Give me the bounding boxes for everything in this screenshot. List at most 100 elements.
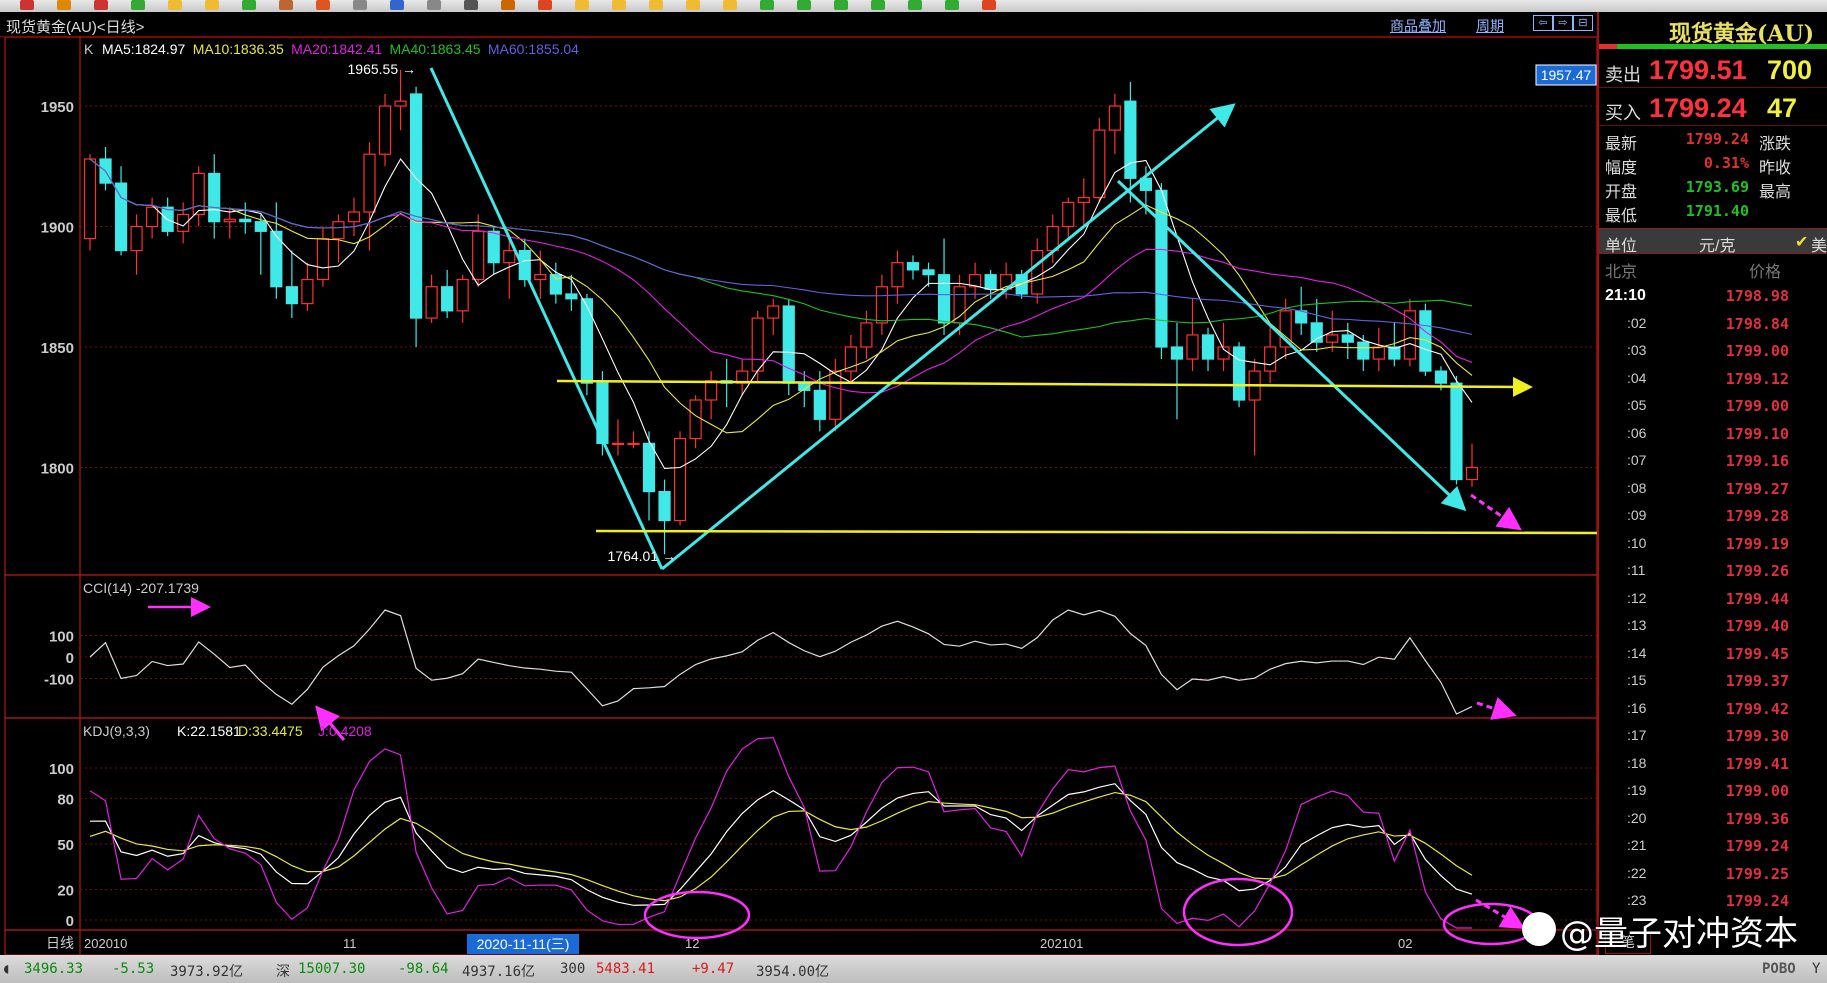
price-cursor-label: 1957.47 [1541, 67, 1592, 83]
stat-label-2: 最高 [1759, 184, 1792, 201]
buy-label: 买入 [1605, 103, 1641, 123]
cci-projection-arrow [1476, 697, 1517, 720]
toolbar-button[interactable] [131, 0, 145, 10]
toolbar-button[interactable] [945, 0, 959, 10]
tick-time: :04 [1627, 369, 1647, 386]
panel-frame [4, 929, 1597, 955]
toolbar-button[interactable] [723, 0, 737, 10]
toolbar-button[interactable] [205, 0, 219, 10]
tick-row: :07 1799.16 [1599, 450, 1827, 472]
toolbar-button[interactable] [390, 0, 404, 10]
toolbar-button[interactable] [242, 0, 256, 10]
tick-row: :09 1799.28 [1599, 505, 1827, 527]
tick-time: :02 [1627, 314, 1647, 331]
cci-tick-label: 0 [66, 650, 74, 667]
hs300-amount: 3954.00亿 [756, 964, 830, 980]
tick-row: :04 1799.12 [1599, 368, 1827, 390]
toolbar-button[interactable] [94, 0, 108, 10]
tick-row: :06 1799.10 [1599, 423, 1827, 445]
candle-body [642, 442, 656, 493]
candle-body [611, 442, 625, 445]
tick-price: 1798.84 [1725, 314, 1789, 333]
toolbar-button[interactable] [982, 0, 996, 10]
candle-body [1186, 334, 1199, 360]
date-tick-label: 11 [343, 936, 357, 951]
date-cursor-label: 2020-11-11(三) [477, 936, 570, 952]
ma-line-40 [89, 158, 1473, 338]
filter-icon[interactable]: Y [1812, 961, 1820, 977]
tick-price: 1799.16 [1725, 452, 1789, 470]
highlight-ellipse [1182, 877, 1294, 947]
candle-body [316, 237, 330, 281]
tick-price: 1799.41 [1725, 754, 1789, 773]
tick-time: :15 [1627, 672, 1647, 688]
prev-icon[interactable]: ⇦ [1533, 15, 1553, 31]
toolbar-button[interactable] [908, 0, 922, 10]
candle-body [456, 278, 469, 312]
toolbar-button[interactable] [575, 0, 589, 10]
overlay-link[interactable]: 商品叠加 [1390, 16, 1446, 36]
chart-titlebar: 现货黄金(AU)<日线> 商品叠加 周期 ⇦ ⇨ ⊟ [0, 12, 1597, 37]
toolbar-button[interactable] [834, 0, 848, 10]
toolbar-button[interactable] [501, 0, 515, 10]
sell-row[interactable]: 卖出 1799.51 700 [1599, 52, 1827, 88]
toolbar-button[interactable] [20, 0, 34, 10]
y-tick-label: 1950 [41, 99, 74, 116]
tick-row: :14 1799.45 [1599, 643, 1827, 665]
tick-row: :22 1799.25 [1599, 863, 1827, 885]
tick-row: :18 1799.41 [1599, 753, 1827, 775]
toolbar-button[interactable] [168, 0, 182, 10]
period-link[interactable]: 周期 [1476, 16, 1504, 36]
toolbar-button[interactable] [686, 0, 700, 10]
next-icon[interactable]: ⇨ [1553, 15, 1573, 31]
tick-row: :19 1799.00 [1599, 780, 1827, 802]
watermark: @量子对冲资本 [1560, 914, 1798, 954]
toolbar-button[interactable] [427, 0, 441, 10]
candle-body [937, 274, 951, 324]
quote-panel: 现货黄金(AU) 卖出 1799.51 700 买入 1799.24 47 最新… [1597, 12, 1827, 955]
candle-body [146, 206, 159, 228]
toolbar-button[interactable] [649, 0, 663, 10]
sh-index: 3496.33 [24, 961, 84, 977]
toolbar-button[interactable] [871, 0, 885, 10]
toolbar-button[interactable] [797, 0, 811, 10]
toolbar-button[interactable] [464, 0, 478, 10]
toolbar-button[interactable] [760, 0, 774, 10]
candle-body [549, 274, 562, 295]
date-tick-label: 202010 [84, 936, 127, 951]
buy-volume: 47 [1767, 93, 1798, 123]
tick-row: :03 1799.00 [1599, 340, 1827, 362]
candle-body [254, 221, 267, 232]
candle-body [130, 225, 143, 252]
candle-body [1326, 334, 1339, 343]
toolbar-button[interactable] [57, 0, 71, 10]
candle-body [860, 322, 873, 348]
tick-time: :07 [1627, 452, 1647, 468]
projection-arrow [1470, 493, 1522, 531]
tick-time: :20 [1627, 809, 1647, 826]
panel-frame [4, 717, 1597, 931]
tick-price: 1799.10 [1725, 424, 1789, 443]
panel-frame [4, 37, 1597, 576]
candle-body [192, 172, 205, 216]
tick-time: :18 [1627, 754, 1647, 771]
toolbar-button[interactable] [316, 0, 330, 10]
tick-time: :12 [1627, 589, 1647, 606]
candle-body [1093, 129, 1106, 199]
tick-time: :21 [1627, 837, 1647, 853]
buy-row[interactable]: 买入 1799.24 47 [1599, 90, 1827, 126]
check-icon: ✔ [1795, 234, 1809, 251]
tick-price: 1799.00 [1725, 397, 1789, 415]
price-chart[interactable]: 1950 1900 1850 1800 100 0 -100 100 80 50 20 0 K MA5:1… [0, 37, 1597, 955]
kdj-tick-label: 80 [57, 791, 74, 808]
toolbar-button[interactable] [279, 0, 293, 10]
unit-row[interactable]: 单位 元/克 ✔ 美 [1599, 228, 1827, 255]
toolbar-button[interactable] [538, 0, 552, 10]
kdj-tick-label: 20 [57, 883, 74, 900]
sz-label: 深 [276, 964, 290, 980]
layout-icon[interactable]: ⊟ [1573, 15, 1593, 31]
tick-time: :16 [1627, 699, 1647, 716]
toolbar-button[interactable] [612, 0, 626, 10]
kdj-k-value: K:22.1581 [177, 723, 241, 739]
toolbar-button[interactable] [353, 0, 367, 10]
